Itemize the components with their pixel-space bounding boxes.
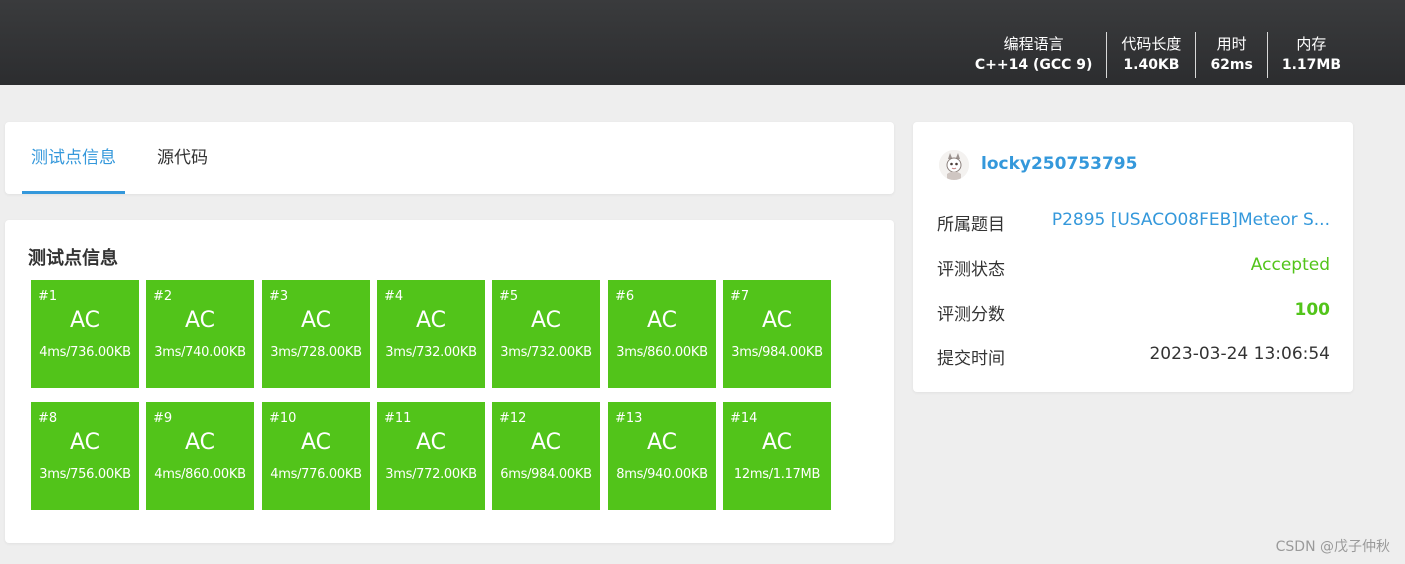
- username-link[interactable]: locky250753795: [981, 154, 1137, 174]
- test-case-status: AC: [415, 430, 447, 455]
- test-cases-card: 测试点信息 #1 AC 4ms/736.00KB #2 AC 3ms/740.00KB #3…: [5, 220, 894, 543]
- test-case-time-memory: 3ms/984.00KB: [731, 345, 823, 360]
- test-case-number: #8: [38, 411, 58, 426]
- top-header: 编程语言 C++14 (GCC 9) 代码长度 1.40KB 用时 62ms 内…: [0, 0, 1405, 85]
- test-case-number: #14: [730, 411, 758, 426]
- watermark: CSDN @戊子仲秋: [1275, 539, 1390, 555]
- info-row-submit-time: 提交时间 2023-03-24 13:06:54: [937, 344, 1330, 369]
- test-case-status: AC: [530, 308, 562, 333]
- stat-label: 内存: [1296, 35, 1327, 53]
- stat-value: 1.40KB: [1123, 57, 1180, 73]
- test-case-status: AC: [761, 430, 793, 455]
- test-case-time-memory: 3ms/728.00KB: [270, 345, 362, 360]
- info-row-problem: 所属题目 P2895 [USACO08FEB]Meteor S...: [937, 210, 1330, 235]
- test-case-time-memory: 12ms/1.17MB: [733, 467, 821, 482]
- test-case-status: AC: [184, 308, 216, 333]
- test-case-number: #6: [615, 289, 635, 304]
- test-case-status: AC: [761, 308, 793, 333]
- test-case-number: #11: [384, 411, 412, 426]
- test-case-number: #13: [615, 411, 643, 426]
- section-title: 测试点信息: [28, 248, 118, 269]
- status-label: 评测状态: [937, 260, 1005, 280]
- tab-test-cases[interactable]: 测试点信息: [22, 122, 125, 194]
- stat-value: C++14 (GCC 9): [974, 57, 1093, 73]
- stat-time: 用时 62ms: [1195, 32, 1266, 78]
- test-case-status: AC: [415, 308, 447, 333]
- stat-label: 代码长度: [1121, 35, 1182, 53]
- test-case-status: AC: [646, 308, 678, 333]
- submit-time-value: 2023-03-24 13:06:54: [1149, 344, 1330, 364]
- info-row-score: 评测分数 100: [937, 300, 1331, 325]
- stat-value: 1.17MB: [1281, 57, 1341, 73]
- stat-label: 编程语言: [1003, 35, 1064, 53]
- test-case-time-memory: 3ms/756.00KB: [39, 467, 131, 482]
- test-case-tile[interactable]: #8 AC 3ms/756.00KB: [31, 402, 139, 510]
- tabs-card: 测试点信息 源代码: [5, 122, 894, 194]
- problem-link[interactable]: P2895 [USACO08FEB]Meteor S...: [1052, 210, 1330, 230]
- test-case-number: #9: [153, 411, 173, 426]
- stat-language: 编程语言 C++14 (GCC 9): [961, 32, 1107, 78]
- status-value: Accepted: [1250, 255, 1330, 275]
- stat-code-length: 代码长度 1.40KB: [1106, 32, 1195, 78]
- test-case-time-memory: 3ms/732.00KB: [385, 345, 477, 360]
- test-case-number: #3: [269, 289, 289, 304]
- test-case-tile[interactable]: #1 AC 4ms/736.00KB: [31, 280, 139, 388]
- stat-label: 用时: [1216, 35, 1247, 53]
- test-case-time-memory: 3ms/772.00KB: [385, 467, 477, 482]
- test-case-number: #10: [269, 411, 297, 426]
- test-case-number: #4: [384, 289, 404, 304]
- submit-time-label: 提交时间: [937, 349, 1005, 369]
- submission-info-card: locky250753795 所属题目 P2895 [USACO08FEB]Me…: [913, 122, 1353, 392]
- test-case-tile[interactable]: #5 AC 3ms/732.00KB: [492, 280, 600, 388]
- test-case-tile[interactable]: #13 AC 8ms/940.00KB: [608, 402, 716, 510]
- test-case-status: AC: [646, 430, 678, 455]
- test-case-time-memory: 8ms/940.00KB: [616, 467, 708, 482]
- test-case-status: AC: [300, 308, 332, 333]
- test-case-time-memory: 3ms/732.00KB: [500, 345, 592, 360]
- test-case-time-memory: 3ms/740.00KB: [154, 345, 246, 360]
- test-case-tile[interactable]: #6 AC 3ms/860.00KB: [608, 280, 716, 388]
- test-case-tile[interactable]: #10 AC 4ms/776.00KB: [262, 402, 370, 510]
- test-case-tile[interactable]: #14 AC 12ms/1.17MB: [723, 402, 831, 510]
- problem-label: 所属题目: [937, 215, 1005, 235]
- info-row-status: 评测状态 Accepted: [937, 255, 1330, 280]
- test-case-time-memory: 4ms/776.00KB: [270, 467, 362, 482]
- test-case-status: AC: [184, 430, 216, 455]
- test-case-time-memory: 4ms/736.00KB: [39, 345, 131, 360]
- test-case-number: #2: [153, 289, 173, 304]
- tab-source-code[interactable]: 源代码: [157, 122, 208, 194]
- test-case-tile[interactable]: #9 AC 4ms/860.00KB: [146, 402, 254, 510]
- test-case-time-memory: 6ms/984.00KB: [500, 467, 592, 482]
- stat-value: 62ms: [1210, 57, 1253, 73]
- stat-memory: 内存 1.17MB: [1266, 32, 1355, 78]
- test-case-status: AC: [69, 430, 101, 455]
- submission-stats: 编程语言 C++14 (GCC 9) 代码长度 1.40KB 用时 62ms 内…: [961, 32, 1355, 78]
- test-case-tile[interactable]: #11 AC 3ms/772.00KB: [377, 402, 485, 510]
- test-case-tile[interactable]: #7 AC 3ms/984.00KB: [723, 280, 831, 388]
- test-case-time-memory: 3ms/860.00KB: [616, 345, 708, 360]
- test-case-tile[interactable]: #3 AC 3ms/728.00KB: [262, 280, 370, 388]
- test-case-number: #5: [499, 289, 519, 304]
- avatar-icon[interactable]: [939, 150, 969, 180]
- test-case-tile[interactable]: #12 AC 6ms/984.00KB: [492, 402, 600, 510]
- test-case-number: #7: [730, 289, 750, 304]
- test-case-time-memory: 4ms/860.00KB: [154, 467, 246, 482]
- test-case-number: #1: [38, 289, 58, 304]
- test-case-tile[interactable]: #4 AC 3ms/732.00KB: [377, 280, 485, 388]
- score-value: 100: [1294, 300, 1331, 320]
- score-label: 评测分数: [937, 305, 1005, 325]
- test-case-tile[interactable]: #2 AC 3ms/740.00KB: [146, 280, 254, 388]
- test-case-status: AC: [69, 308, 101, 333]
- test-case-status: AC: [300, 430, 332, 455]
- test-case-number: #12: [499, 411, 527, 426]
- test-case-status: AC: [530, 430, 562, 455]
